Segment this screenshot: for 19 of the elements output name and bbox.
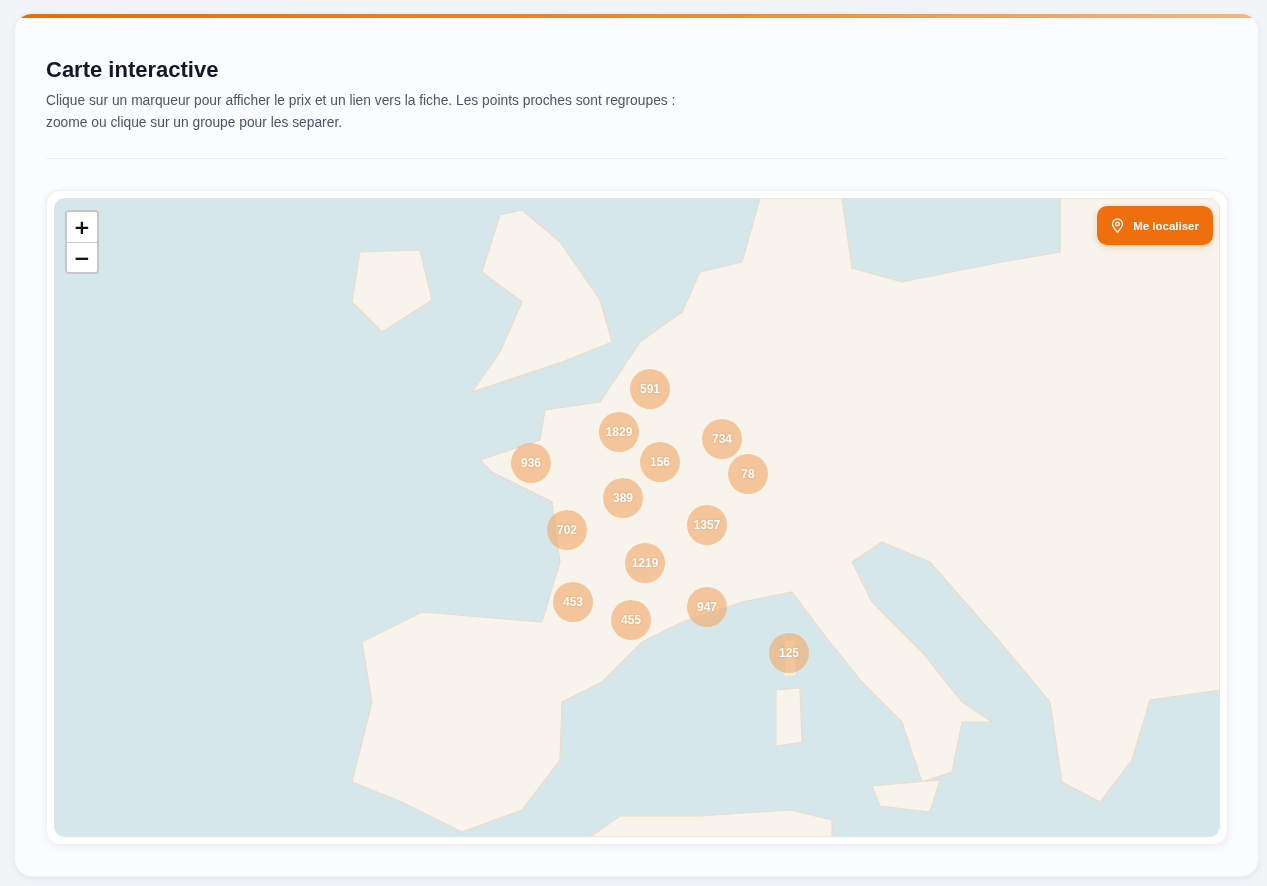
cluster-marker[interactable]: 591	[630, 369, 670, 409]
cluster-marker[interactable]: 156	[640, 442, 680, 482]
cluster-marker[interactable]: 947	[687, 587, 727, 627]
cluster-marker[interactable]: 1219	[625, 543, 665, 583]
cluster-marker[interactable]: 1357	[687, 505, 727, 545]
cluster-marker[interactable]: 1829	[599, 412, 639, 452]
locate-button[interactable]: Me localiser	[1097, 206, 1213, 245]
section-title: Carte interactive	[46, 56, 219, 84]
cluster-marker[interactable]: 734	[702, 419, 742, 459]
section-description: Clique sur un marqueur pour afficher le prix et un lien vers la fiche. Les points proches sont regroupes : zoome ou clique sur un groupe pour les separer.	[46, 92, 677, 132]
zoom-out-button[interactable]: −	[67, 242, 97, 272]
cluster-marker[interactable]: 455	[611, 600, 651, 640]
cluster-marker[interactable]: 78	[728, 454, 768, 494]
cluster-marker[interactable]: 389	[603, 478, 643, 518]
cluster-marker[interactable]: 936	[511, 443, 551, 483]
map-pin-icon	[1111, 218, 1125, 233]
cluster-marker[interactable]: 453	[553, 582, 593, 622]
cluster-marker[interactable]: 125	[769, 633, 809, 673]
cluster-marker[interactable]: 702	[547, 510, 587, 550]
